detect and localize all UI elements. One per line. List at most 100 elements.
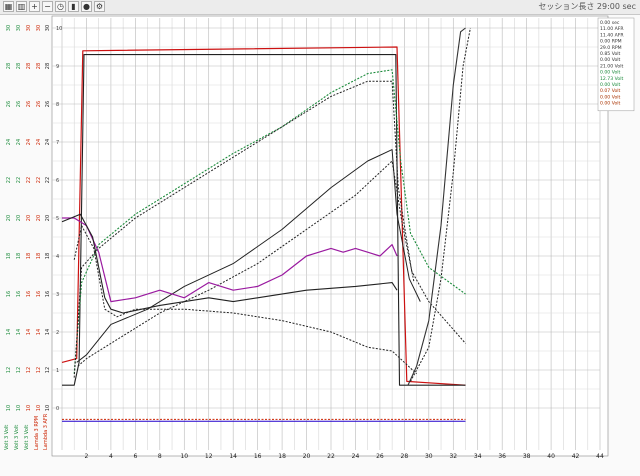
left-axis-tick-label: 18 [26,253,32,259]
left-axis-tick-label: 16 [16,291,22,297]
zoom-in-icon: + [31,2,38,11]
x-tick-label: 30 [425,453,433,460]
x-tick-label: 36 [498,453,506,460]
left-axis-tick-label: 26 [6,101,12,107]
left-axis-tick-label: 12 [36,367,42,373]
left-axis-tick-label: 24 [6,139,12,145]
left-axis-tick-label: 22 [36,177,42,183]
x-tick-label: 14 [229,453,237,460]
left-axis-tick-label: 24 [26,139,32,145]
left-axis-tick-label: 12 [6,367,12,373]
left-axis-tick-label: 28 [36,63,42,69]
legend-entry: 0.07 Volt [600,88,621,94]
x-tick-label: 16 [254,453,262,460]
y-tick-label: 10 [56,26,62,32]
clock-button[interactable]: ◷ [55,1,66,12]
left-axis-tick-label: 18 [6,253,12,259]
toolbar: ▦ ▥ + − ◷ ▮ ● ⚙ セッション長さ 29:00 sec [0,0,640,15]
x-tick-label: 20 [303,453,311,460]
left-axis-tick-label: 26 [45,101,51,107]
x-tick-label: 44 [596,453,604,460]
legend-entry: 0.00 Volt [600,101,621,107]
left-axis-tick-label: 16 [36,291,42,297]
x-tick-label: 12 [205,453,213,460]
x-tick-label: 42 [572,453,580,460]
chart-viewer-window: 10 12 14 16 18 20 22 24 26 28 30 10 12 14 16 18 20 22 24 26… [0,0,640,476]
x-tick-label: 24 [352,453,360,460]
left-axis-title: Volt 3 Volt [24,425,30,450]
left-axis-tick-label: 20 [45,215,51,221]
legend-entry: 0.00 sec [600,20,620,26]
left-axis-title: Lamda 3 RPM [34,416,40,450]
y-tick-label: 8 [56,102,59,108]
left-axis-tick-label: 14 [6,329,12,335]
left-axis-tick-label: 10 [45,405,51,411]
legend-entry: 0.00 RPM [600,39,622,45]
left-axis-tick-label: 16 [6,291,12,297]
left-axis-tick-label: 30 [36,25,42,31]
left-axis-tick-label: 16 [45,291,51,297]
left-axis-tick-label: 20 [26,215,32,221]
legend-entry: 0.00 Volt [600,57,621,63]
left-axis-tick-label: 24 [36,139,42,145]
legend-entry: 0.85 Volt [600,51,621,57]
zoom-out-icon: − [44,2,51,11]
x-tick-label: 32 [449,453,457,460]
left-axis-tick-label: 20 [6,215,12,221]
left-axis-tick-label: 26 [36,101,42,107]
settings-icon: ⚙ [95,2,104,11]
left-axis-tick-label: 30 [45,25,51,31]
zoom-in-button[interactable]: + [29,1,40,12]
y-tick-label: 9 [56,64,59,70]
left-axis-tick-label: 26 [26,101,32,107]
y-tick-label: 6 [56,178,59,184]
pin-icon: ● [83,2,90,11]
left-axis-tick-label: 26 [16,101,22,107]
left-axis-title: Lambda 3 AFR [43,413,49,450]
session-length-label: セッション長さ 29:00 sec [538,2,636,11]
x-tick-label: 40 [547,453,555,460]
x-tick-label: 18 [278,453,286,460]
left-axis-tick-label: 20 [16,215,22,221]
left-axis-tick-label: 14 [26,329,32,335]
marker-icon: ▮ [71,2,76,11]
chart-icon: ▥ [17,2,26,11]
left-axis-tick-label: 18 [45,253,51,259]
marker-button[interactable]: ▮ [68,1,79,12]
left-axis-title: Volt 3 Volt [14,425,20,450]
y-tick-label: 3 [56,292,59,298]
left-axis-tick-label: 14 [16,329,22,335]
left-axis-tick-label: 28 [6,63,12,69]
left-axis-tick-label: 18 [36,253,42,259]
left-axis-tick-label: 22 [26,177,32,183]
left-axis-tick-label: 14 [45,329,51,335]
x-tick-label: 2 [85,453,89,460]
left-axis-tick-label: 10 [16,405,22,411]
zoom-out-button[interactable]: − [42,1,53,12]
left-axis-tick-label: 20 [36,215,42,221]
x-tick-label: 22 [327,453,335,460]
left-axis-tick-label: 12 [16,367,22,373]
left-axis-tick-label: 24 [16,139,22,145]
left-axis-tick-label: 24 [45,139,51,145]
left-axis-title: Volt 3 Volt [4,425,10,450]
left-axis-tick-label: 30 [16,25,22,31]
legend-entry: 11.00 AFR [600,26,624,32]
left-axis-tick-label: 10 [6,405,12,411]
legend-entry: 0.00 Volt [600,94,621,100]
data-plot[interactable]: 1012141618202224262830101214161820222426… [0,0,640,476]
legend-entry: 0.00 Volt [600,82,621,88]
left-axis-tick-label: 18 [16,253,22,259]
x-tick-label: 4 [109,453,113,460]
settings-button[interactable]: ⚙ [94,1,105,12]
grid-button[interactable]: ▦ [3,1,14,12]
chart-button[interactable]: ▥ [16,1,27,12]
left-axis-tick-label: 30 [6,25,12,31]
left-axis-tick-label: 10 [26,405,32,411]
y-tick-label: 5 [56,216,59,222]
x-tick-label: 8 [158,453,162,460]
x-tick-label: 28 [401,453,409,460]
y-tick-label: 7 [56,140,59,146]
pin-button[interactable]: ● [81,1,92,12]
x-tick-label: 38 [523,453,531,460]
